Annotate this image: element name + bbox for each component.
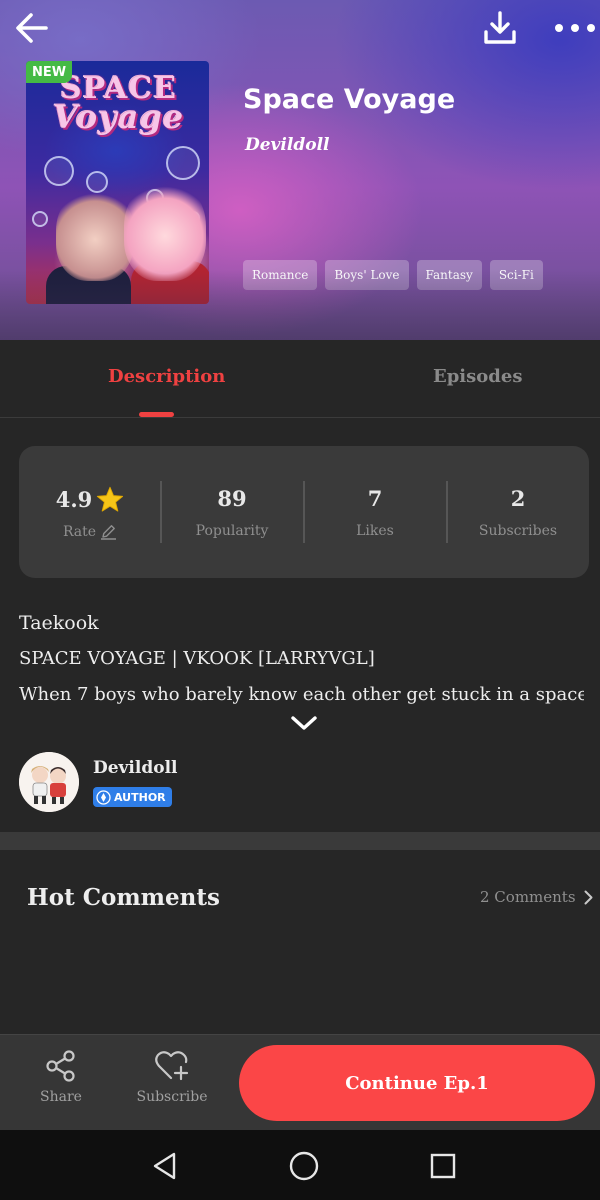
edit-pencil-icon[interactable]	[100, 523, 117, 540]
book-title: Space Voyage	[243, 84, 456, 115]
description-line: SPACE VOYAGE | VKOOK [LARRYVGL]	[19, 648, 375, 669]
tab-description[interactable]: Description	[108, 366, 225, 387]
popularity-value: 89	[217, 486, 247, 511]
author-badge-label: AUTHOR	[114, 790, 166, 804]
nav-home-button[interactable]	[282, 1144, 326, 1188]
genre-tags: Romance Boys' Love Fantasy Sci-Fi	[243, 260, 543, 290]
expand-description-button[interactable]	[288, 712, 320, 734]
stats-card: 4.9 Rate 89 Popularity 7 Likes 2 Subscri…	[19, 446, 589, 578]
stat-subscribes: 2 Subscribes	[447, 446, 589, 578]
likes-value: 7	[367, 486, 383, 511]
author-avatar[interactable]	[19, 752, 79, 812]
tag-fantasy[interactable]: Fantasy	[416, 260, 482, 290]
chevron-right-icon	[584, 890, 593, 904]
heart-plus-icon	[155, 1051, 189, 1081]
download-icon	[484, 11, 516, 44]
book-header: SPACE Voyage NEW Space Voyage Devildoll …	[0, 0, 600, 340]
square-recents-icon	[430, 1153, 456, 1179]
subscribe-button[interactable]: Subscribe	[132, 1049, 212, 1105]
subscribes-value: 2	[510, 486, 526, 511]
tag-boys-love[interactable]: Boys' Love	[325, 260, 409, 290]
star-icon	[97, 486, 124, 512]
author-name[interactable]: Devildoll	[93, 758, 178, 778]
book-cover-image[interactable]: SPACE Voyage	[26, 61, 209, 304]
system-navigation-bar	[0, 1130, 600, 1200]
stat-likes: 7 Likes	[304, 446, 446, 578]
all-comments-link[interactable]: 2 Comments	[480, 888, 593, 906]
more-horizontal-icon	[555, 24, 595, 32]
chevron-down-icon	[291, 716, 317, 730]
circle-home-icon	[289, 1151, 319, 1181]
tab-episodes[interactable]: Episodes	[433, 366, 522, 387]
author-badge: AUTHOR	[93, 787, 172, 807]
new-badge: NEW	[26, 61, 72, 83]
rate-label: Rate	[62, 523, 97, 540]
popularity-label: Popularity	[195, 523, 269, 539]
comments-count: 2 Comments	[480, 888, 576, 906]
share-button[interactable]: Share	[21, 1049, 101, 1105]
active-tab-indicator	[139, 412, 174, 417]
subscribes-label: Subscribes	[478, 523, 558, 539]
likes-label: Likes	[356, 523, 394, 539]
avatar-illustration	[19, 752, 79, 812]
rate-value: 4.9	[55, 487, 93, 512]
continue-reading-button[interactable]: Continue Ep.1	[239, 1045, 595, 1121]
description-line: Taekook	[19, 612, 99, 634]
share-label: Share	[40, 1089, 82, 1105]
bottom-action-bar: Share Subscribe Continue Ep.1	[0, 1034, 600, 1130]
download-button[interactable]	[476, 6, 524, 50]
tag-romance[interactable]: Romance	[243, 260, 318, 290]
nav-recents-button[interactable]	[421, 1144, 465, 1188]
section-separator	[0, 832, 600, 850]
back-button[interactable]	[8, 6, 56, 50]
arrow-left-icon	[16, 13, 48, 43]
stat-rate[interactable]: 4.9 Rate	[19, 446, 161, 578]
hot-comments-title: Hot Comments	[27, 884, 220, 911]
more-options-button[interactable]	[550, 6, 600, 50]
tag-sci-fi[interactable]: Sci-Fi	[489, 260, 543, 290]
triangle-back-icon	[153, 1152, 176, 1180]
book-author[interactable]: Devildoll	[245, 135, 330, 155]
share-icon	[46, 1050, 75, 1082]
subscribe-label: Subscribe	[136, 1089, 208, 1105]
stat-popularity: 89 Popularity	[161, 446, 303, 578]
author-shield-icon	[96, 789, 111, 805]
nav-back-button[interactable]	[143, 1144, 187, 1188]
tab-bar: Description Episodes	[0, 340, 600, 418]
description-line: When 7 boys who barely know each other g…	[19, 684, 584, 705]
cover-title: SPACE Voyage	[52, 71, 185, 136]
